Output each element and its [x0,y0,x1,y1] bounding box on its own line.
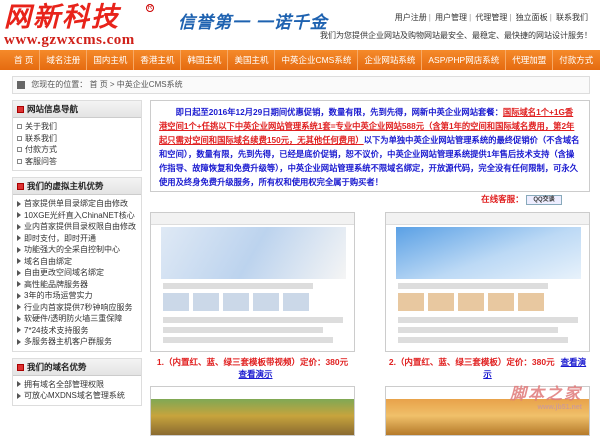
bullet-icon [17,135,22,141]
nav-home[interactable]: 首 页 [0,50,41,70]
top-links: 用户注册 | 用户管理 | 代理管理 | 独立面板 | 联系我们 [394,13,588,22]
breadcrumb: 您现在的位置： 首 页 > 中英企业CMS系统 [12,76,590,94]
sidebar-item-contact[interactable]: 联系我们 [17,133,137,145]
product-screenshot[interactable] [150,386,355,436]
product-screenshot[interactable] [385,212,590,352]
top-link-contact[interactable]: 联系我们 [556,13,588,22]
hosting-item: 即时支付，即时开通 [17,233,137,245]
nav-domain[interactable]: 域名注册 [40,50,88,70]
nav-enterprise-site[interactable]: 企业网站系统 [358,50,423,70]
hosting-item: 业内首家提供目录权限自由修改 [17,221,137,233]
bullet-icon [17,158,22,164]
hosting-advantages-title: 我们的虚拟主机优势 [13,178,141,195]
hosting-item: 高性能品牌服务器 [17,279,137,291]
arrow-right-icon [17,292,21,299]
view-demo-link[interactable]: 查看演示 [238,369,272,379]
domain-advantages-box: 我们的域名优势 拥有域名全部管理权限 可放心MXDNS域名管理系统 [12,357,142,406]
top-link-agent-manage[interactable]: 代理管理 [475,13,507,22]
slogan: 信誉第一 一诺千金 [178,13,328,32]
arrow-right-icon [17,281,21,288]
hosting-item: 自由更改空间域名绑定 [17,267,137,279]
domain-item: 可放心MXDNS域名管理系统 [17,390,137,402]
nav-agent[interactable]: 代理加盟 [506,50,554,70]
registered-mark-icon: R [146,4,154,12]
square-icon [17,183,24,191]
logo-chinese-text: 网新科技 [4,2,120,32]
square-icon [17,363,24,371]
nav-kr-host[interactable]: 韩国主机 [181,50,229,70]
qq-chat-button[interactable]: QQ交谈 [526,194,562,205]
product-caption: 2.（内置红、蓝、绿三套模板）定价：380元 查看演示 [388,357,587,379]
tagline: 我们为您提供企业网站及购物网站最安全、最稳定、最快捷的网站设计服务！ [320,31,592,40]
sidebar-item-faq[interactable]: 客服问答 [17,156,137,168]
product-caption: 1.（内置红、蓝、绿三套模板带视频）定价：380元查看演示 [156,357,349,379]
arrow-right-icon [17,304,21,311]
square-icon [17,106,24,114]
top-link-register[interactable]: 用户注册 [395,13,427,22]
main-nav: 首 页 域名注册 国内主机 香港主机 韩国主机 美国主机 中英企业CMS系统 企… [0,50,600,70]
nav-shop-system[interactable]: ASP/PHP网店系统 [422,50,507,70]
breadcrumb-prefix: 您现在的位置： [31,80,88,89]
home-icon [17,80,25,89]
arrow-right-icon [17,392,21,399]
hosting-item: 功能强大的全采自控制中心 [17,244,137,256]
sidebar-item-payment[interactable]: 付款方式 [17,144,137,156]
sidebar: 网站信息导航 关于我们 联系我们 付款方式 客服问答 我们的虚拟主机优势 首家提… [12,100,142,412]
top-link-user-manage[interactable]: 用户管理 [435,13,467,22]
arrow-right-icon [17,338,21,345]
hosting-item: 多服务器主机客户群服务 [17,336,137,348]
nav-cms[interactable]: 中英企业CMS系统 [275,50,359,70]
promo-text: 即日起至2016年12月29日期间优惠促销，数量有限，先到先得，网新中英企业网站… [150,100,590,192]
top-link-panel[interactable]: 独立面板 [516,13,548,22]
breadcrumb-path[interactable]: 首 页 > 中英企业CMS系统 [89,80,182,89]
hosting-item: 首家提供单目录绑定自由修改 [17,198,137,210]
hosting-item: 域名自由绑定 [17,256,137,268]
arrow-right-icon [17,269,21,276]
site-logo[interactable]: 网新科技 www.gzwxcms.com R [4,2,169,48]
nav-payment[interactable]: 付款方式 [553,50,599,70]
arrow-right-icon [17,235,21,242]
watermark: 脚本之家 www.jb51.net [509,386,582,411]
nav-us-host[interactable]: 美国主机 [228,50,276,70]
site-header: 网新科技 www.gzwxcms.com R 信誉第一 一诺千金 用户注册 | 用… [0,0,600,50]
nav-domestic-host[interactable]: 国内主机 [87,50,135,70]
product-card: 1.（内置红、蓝、绿三套模板带视频）定价：380元查看演示 [150,212,355,436]
sidebar-item-about[interactable]: 关于我们 [17,121,137,133]
domain-item: 拥有域名全部管理权限 [17,379,137,391]
product-screenshot[interactable] [150,212,355,352]
hosting-item: 7*24技术支持服务 [17,325,137,337]
arrow-right-icon [17,246,21,253]
hosting-item: 行业内首家提供7秒钟响应服务 [17,302,137,314]
domain-advantages-title: 我们的域名优势 [13,358,141,376]
arrow-right-icon [17,223,21,230]
arrow-right-icon [17,315,21,322]
arrow-right-icon [17,327,21,334]
hosting-advantages-box: 我们的虚拟主机优势 首家提供单目录绑定自由修改 10XGE光纤直入ChinaNE… [12,177,142,352]
site-nav-title: 网站信息导航 [13,101,141,118]
arrow-right-icon [17,200,21,207]
arrow-right-icon [17,212,21,219]
hosting-item: 10XGE光纤直入ChinaNET核心 [17,210,137,222]
nav-hk-host[interactable]: 香港主机 [134,50,182,70]
arrow-right-icon [17,381,21,388]
bullet-icon [17,147,22,153]
logo-url-text: www.gzwxcms.com [4,32,135,48]
hosting-item: 3年的市场运营实力 [17,290,137,302]
bullet-icon [17,124,22,130]
site-nav-box: 网站信息导航 关于我们 联系我们 付款方式 客服问答 [12,100,142,171]
hosting-item: 软硬件/透明防火墙三重保障 [17,313,137,325]
online-service: 在线客服： QQ交谈 [150,192,590,206]
arrow-right-icon [17,258,21,265]
